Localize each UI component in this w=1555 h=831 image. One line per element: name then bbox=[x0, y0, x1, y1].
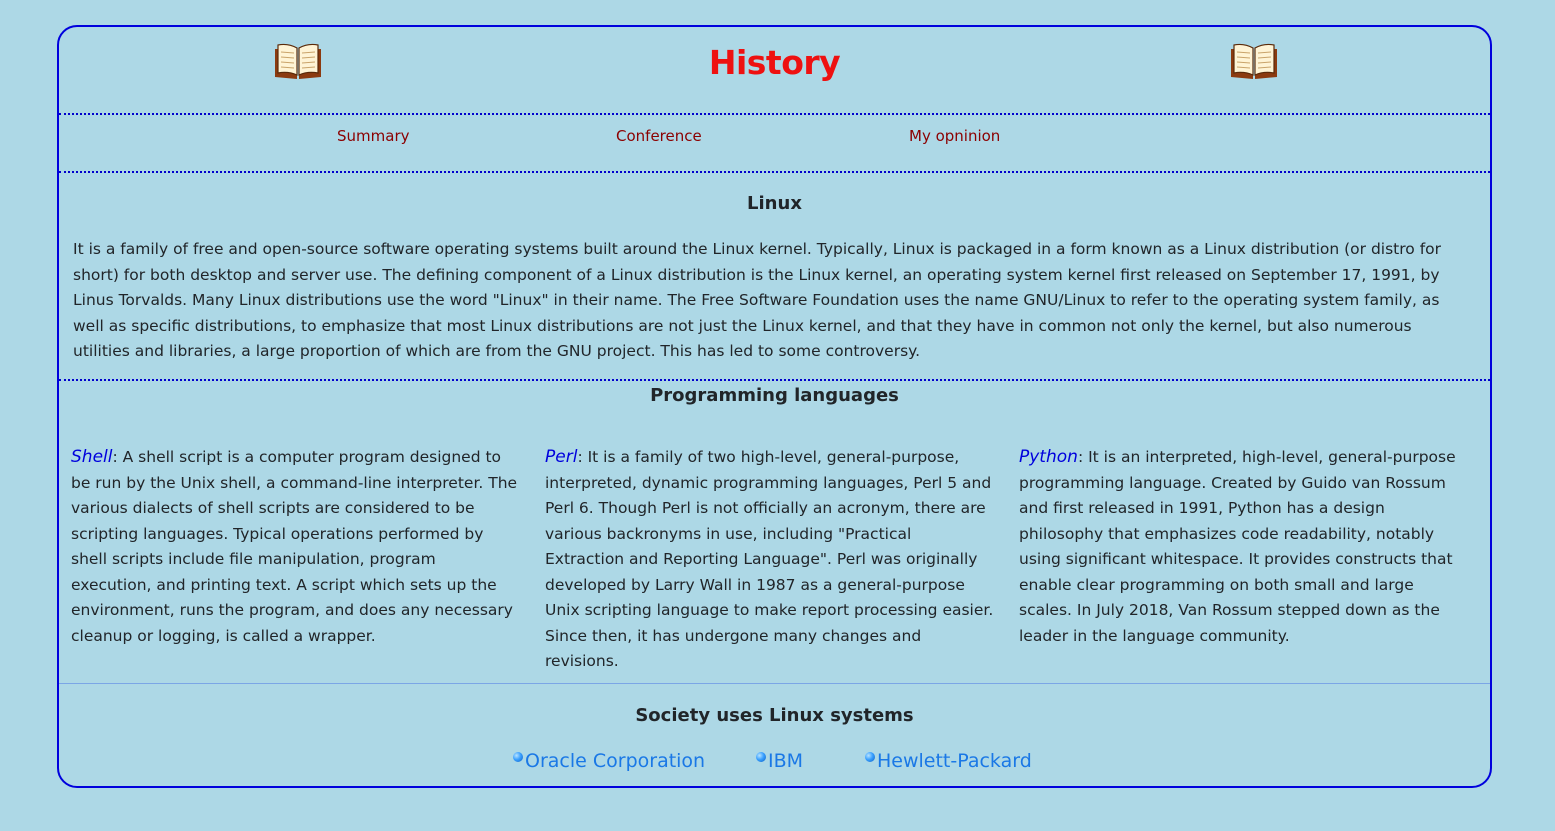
top-nav: Summary Conference My opninion bbox=[59, 115, 1490, 173]
nav-link-my-opinion[interactable]: My opninion bbox=[909, 127, 1000, 145]
language-description-shell: : A shell script is a computer program d… bbox=[71, 448, 518, 645]
linux-heading: Linux bbox=[747, 193, 802, 214]
society-section: Society uses Linux systems Oracle Corpor… bbox=[59, 684, 1490, 786]
language-description-perl: : It is a family of two high-level, gene… bbox=[545, 448, 994, 670]
language-card-perl: Perl: It is a family of two high-level, … bbox=[545, 445, 995, 675]
page-header: History bbox=[59, 27, 1490, 115]
nav-link-summary[interactable]: Summary bbox=[337, 127, 410, 145]
programming-languages-section: Programming languages Shell: A shell scr… bbox=[59, 381, 1490, 684]
programming-languages-heading: Programming languages bbox=[650, 385, 899, 406]
company-link-oracle[interactable]: Oracle Corporation bbox=[513, 750, 705, 772]
language-name-python: Python bbox=[1019, 447, 1078, 467]
linux-section: Linux It is a family of free and open-so… bbox=[59, 173, 1490, 381]
company-label: Oracle Corporation bbox=[525, 750, 706, 772]
language-name-shell: Shell bbox=[71, 447, 113, 467]
open-book-icon bbox=[1231, 43, 1277, 79]
page-frame: History Summary Conference My opninion L… bbox=[57, 25, 1492, 788]
language-card-python: Python: It is an interpreted, high-level… bbox=[1019, 445, 1469, 649]
globe-bullet-icon bbox=[756, 752, 766, 762]
society-heading: Society uses Linux systems bbox=[635, 705, 914, 726]
language-name-perl: Perl bbox=[545, 447, 578, 467]
globe-bullet-icon bbox=[865, 752, 875, 762]
linux-description: It is a family of free and open-source s… bbox=[73, 240, 1442, 360]
company-label: Hewlett-Packard bbox=[877, 750, 1032, 772]
company-label: IBM bbox=[768, 750, 804, 772]
company-list: Oracle Corporation IBM Hewlett-Packard bbox=[59, 750, 1490, 776]
globe-bullet-icon bbox=[513, 752, 523, 762]
language-card-shell: Shell: A shell script is a computer prog… bbox=[71, 445, 521, 649]
language-description-python: : It is an interpreted, high-level, gene… bbox=[1019, 448, 1456, 645]
company-link-ibm[interactable]: IBM bbox=[756, 750, 803, 772]
nav-link-conference[interactable]: Conference bbox=[616, 127, 702, 145]
company-link-hp[interactable]: Hewlett-Packard bbox=[865, 750, 1032, 772]
